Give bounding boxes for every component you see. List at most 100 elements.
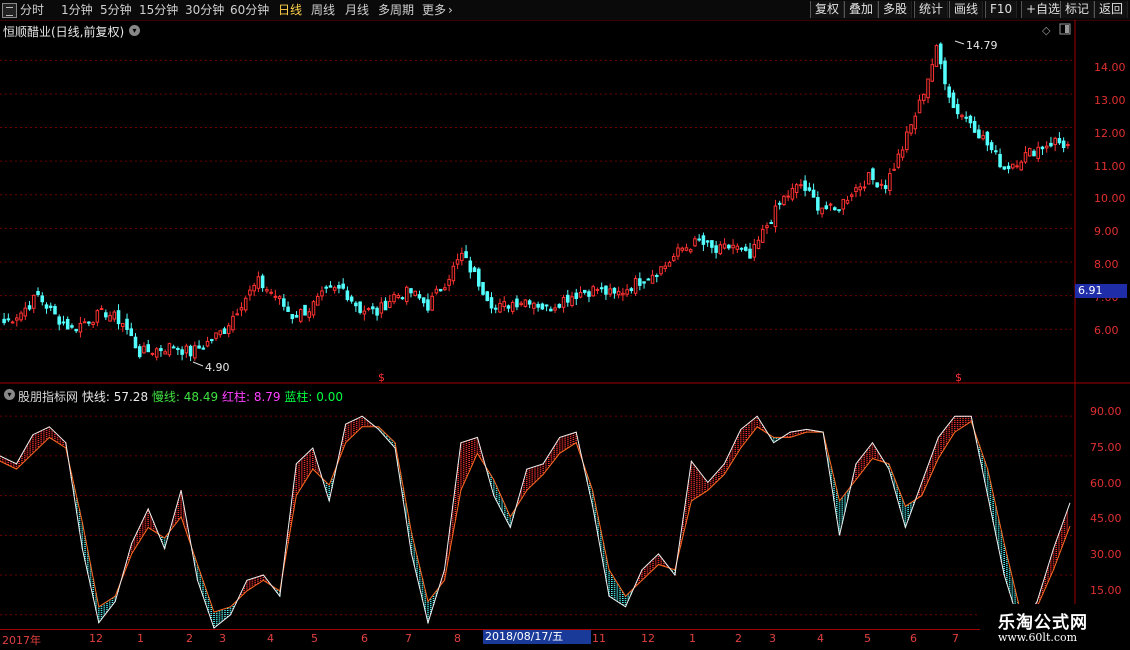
candle-body [438,288,443,292]
add-watchlist-button[interactable]: +自选 [1021,1,1066,18]
multi-stock-button[interactable]: 多股 [878,1,913,18]
candle-body [587,291,591,297]
price-tick-13: 13.00 [1094,94,1126,107]
candle-body [612,287,617,294]
candle-body [748,248,752,259]
tab-period-fenshi[interactable]: 分时 [20,2,44,18]
candle-body [765,225,769,229]
menu-icon[interactable] [2,3,17,18]
candle-body [332,287,337,291]
tab-period-weekly[interactable]: 周线 [311,2,335,18]
tab-period-more[interactable]: 更多 [422,2,446,18]
candle-body [960,114,964,118]
candle-body [218,330,223,336]
candle-body [833,207,837,211]
candle-body [561,297,566,308]
slow-line [0,420,1071,613]
tab-period-1min[interactable]: 1分钟 [61,2,93,18]
candle-body [883,185,888,189]
draw-line-button[interactable]: 画线 [949,1,984,18]
price-tick-14: 14.00 [1094,61,1126,74]
date-tick: 2 [735,632,742,645]
candle-body [112,311,117,320]
chevron-down-icon[interactable]: ▾ [129,25,140,36]
candle-body [854,187,858,193]
tab-period-multi[interactable]: 多周期 [378,2,414,18]
statistics-button[interactable]: 统计 [914,1,949,18]
restore-rights-button[interactable]: 复权 [810,1,845,18]
candle-body [616,290,621,296]
watermark: 乐淘公式网 www.60lt.com [980,604,1130,650]
candle-body [146,344,150,353]
candle-body [676,247,680,257]
candle-body [142,345,146,354]
low-marker-line [192,361,204,367]
candle-body [167,343,172,356]
back-button[interactable]: 返回 [1094,1,1129,18]
candle-body [498,302,502,313]
indicator-title: 股朋指标网 快线: 57.28 慢线: 48.49 红柱: 8.79 蓝柱: 0… [18,388,343,405]
chevron-down-icon[interactable]: ▾ [4,389,15,400]
candle-body [481,282,485,295]
candle-body [943,60,947,85]
candle-body [502,301,506,308]
candle-body [358,301,362,313]
date-tick: 7 [952,632,959,645]
candle-body [125,318,129,330]
f10-button[interactable]: F10 [985,1,1018,18]
ind-tick-90: 90.00 [1090,405,1122,418]
candle-body [137,346,142,358]
candle-body [527,300,532,305]
candle-body [1006,165,1011,170]
candle-body [252,284,256,292]
price-tick-8: 8.00 [1094,258,1119,271]
fast-line [0,415,1071,630]
candle-body [434,288,439,294]
candle-body [646,278,651,281]
candle-body [1053,137,1057,146]
candle-body [663,265,668,269]
candle-body [6,318,11,321]
candle-body [951,92,956,109]
candle-body [455,259,460,265]
candle-body [404,286,409,303]
tab-period-5min[interactable]: 5分钟 [100,2,132,18]
ind-tick-15: 15.00 [1090,584,1122,597]
candle-body [756,239,761,249]
candle-body [604,285,608,295]
tab-period-daily[interactable]: 日线 [278,2,302,18]
candle-body [909,124,913,134]
candle-body [544,304,549,307]
candle-body [837,209,841,212]
candle-body [718,244,723,255]
candle-body [345,290,350,301]
date-tick: 7 [405,632,412,645]
mark-button[interactable]: 标记 [1060,1,1095,18]
candle-body [964,116,968,119]
candle-body [180,349,184,355]
candle-body [375,307,379,316]
candle-body [955,104,960,115]
candle-body [409,288,413,294]
slow-line-label: 慢线: [151,390,180,404]
candle-body [443,287,447,291]
candle-body [493,307,498,310]
candle-body [752,243,757,258]
candle-body [286,306,290,312]
candle-body [532,302,536,309]
candle-body [591,286,595,297]
candle-body [1040,146,1045,150]
candle-body [866,172,871,185]
tab-period-15min[interactable]: 15分钟 [139,2,178,18]
candle-body [790,187,795,200]
candle-body [184,345,189,354]
tab-period-monthly[interactable]: 月线 [345,2,369,18]
tab-period-30min[interactable]: 30分钟 [185,2,224,18]
candle-body [87,321,91,324]
candle-body [311,301,316,316]
red-bar-label: 红柱: [221,390,251,404]
candle-body [36,290,40,296]
tab-period-60min[interactable]: 60分钟 [230,2,269,18]
overlay-button[interactable]: 叠加 [844,1,879,18]
candle-body [714,245,718,253]
